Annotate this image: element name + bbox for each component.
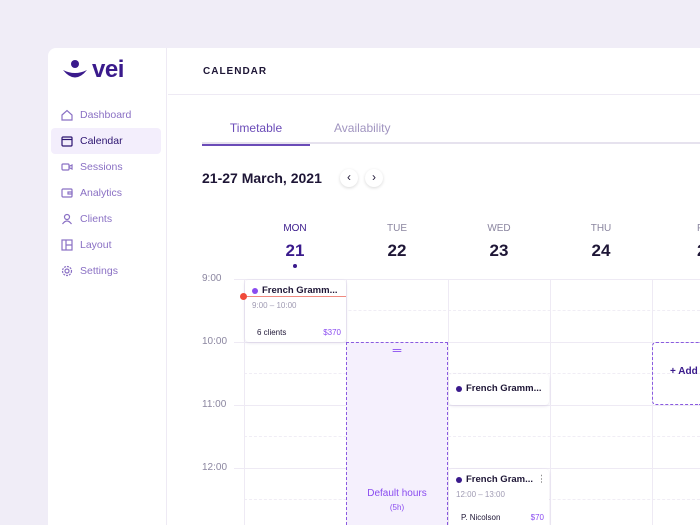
event-time: 9:00 – 10:00 bbox=[252, 301, 297, 310]
event-price: $370 bbox=[323, 328, 341, 337]
day-header-tue[interactable]: TUE 22 bbox=[346, 223, 448, 261]
today-indicator bbox=[293, 264, 297, 268]
day-header-thu[interactable]: THU 24 bbox=[550, 223, 652, 261]
day-number: 21 bbox=[285, 241, 305, 260]
day-name: WED bbox=[487, 223, 511, 234]
date-range: 21-27 March, 2021 bbox=[202, 170, 322, 186]
event-price: $70 bbox=[530, 513, 544, 522]
home-icon bbox=[61, 109, 73, 121]
brand-name: vei bbox=[92, 56, 124, 83]
calendar-icon bbox=[61, 136, 73, 147]
sidebar-item-analytics[interactable]: Analytics bbox=[51, 180, 161, 206]
tab-availability[interactable]: Availability bbox=[334, 121, 390, 135]
sidebar-item-calendar[interactable]: Calendar bbox=[51, 128, 161, 154]
page-title: CALENDAR bbox=[203, 66, 268, 77]
event-dot bbox=[252, 287, 258, 294]
time-label: 11:00 bbox=[202, 399, 227, 410]
day-number: 23 bbox=[489, 241, 509, 260]
gear-icon bbox=[61, 265, 73, 277]
day-header-wed[interactable]: WED 23 bbox=[448, 223, 550, 261]
time-label: 10:00 bbox=[202, 336, 228, 347]
logo-icon bbox=[63, 60, 87, 78]
page-header: CALENDAR bbox=[168, 48, 700, 95]
event-title: French Gram... bbox=[466, 474, 534, 485]
hour-line bbox=[234, 405, 700, 406]
half-hour-line bbox=[244, 436, 700, 437]
default-hours-duration: (5h) bbox=[389, 503, 405, 512]
event-dot bbox=[456, 385, 462, 392]
event-title: French Gramm... bbox=[466, 383, 542, 394]
user-icon bbox=[62, 213, 72, 225]
nav-label: Sessions bbox=[80, 161, 123, 173]
day-number: 22 bbox=[387, 241, 407, 260]
layout-icon bbox=[61, 239, 73, 251]
event-card[interactable]: French Gramm... bbox=[449, 374, 549, 405]
add-slot-button[interactable]: + Add bbox=[652, 342, 700, 405]
day-name: TUE bbox=[387, 223, 407, 234]
nav-label: Calendar bbox=[80, 135, 123, 147]
sidebar-item-clients[interactable]: Clients bbox=[51, 206, 161, 232]
tab-bar: Timetable Availability bbox=[202, 118, 700, 146]
prev-week-button[interactable]: ‹ bbox=[340, 169, 358, 187]
current-time-dot bbox=[240, 293, 247, 300]
nav-label: Clients bbox=[80, 213, 113, 225]
nav-label: Dashboard bbox=[80, 109, 132, 121]
event-time: 12:00 – 13:00 bbox=[456, 490, 505, 499]
column-line bbox=[550, 279, 551, 525]
event-dot bbox=[456, 476, 462, 483]
sidebar-nav: Dashboard Calendar Sessions Analytics Cl… bbox=[51, 102, 161, 284]
tab-timetable[interactable]: Timetable bbox=[202, 121, 310, 146]
wallet-icon bbox=[61, 188, 73, 198]
time-label: 12:00 bbox=[202, 462, 228, 473]
sidebar-item-layout[interactable]: Layout bbox=[51, 232, 161, 258]
sidebar-item-sessions[interactable]: Sessions bbox=[51, 154, 161, 180]
day-name: MON bbox=[283, 223, 307, 234]
sidebar-item-settings[interactable]: Settings bbox=[51, 258, 161, 284]
next-week-button[interactable]: › bbox=[365, 169, 383, 187]
logo: vei bbox=[62, 56, 124, 84]
event-client: P. Nicolson bbox=[461, 513, 501, 522]
hour-line bbox=[234, 342, 700, 343]
day-number: 24 bbox=[591, 241, 611, 260]
day-header-mon[interactable]: MON 21 bbox=[244, 223, 346, 271]
day-header-fri[interactable]: FRI25 bbox=[652, 223, 700, 261]
drag-handle-icon[interactable]: ═ bbox=[347, 343, 447, 357]
current-time-line bbox=[243, 296, 346, 297]
nav-label: Settings bbox=[80, 265, 118, 277]
app-window: vei Dashboard Calendar Sessions Analytic… bbox=[48, 48, 700, 525]
nav-label: Layout bbox=[80, 239, 112, 251]
event-card[interactable]: French Gramm... 9:00 – 10:00 6 clients $3… bbox=[245, 280, 346, 342]
event-card[interactable]: French Gram... ⋮ 12:00 – 13:00 P. Nicolso… bbox=[449, 469, 549, 525]
video-icon bbox=[61, 163, 73, 171]
nav-label: Analytics bbox=[80, 187, 123, 199]
sidebar-item-dashboard[interactable]: Dashboard bbox=[51, 102, 161, 128]
sidebar: vei Dashboard Calendar Sessions Analytic… bbox=[48, 48, 167, 525]
day-name: THU bbox=[590, 223, 612, 234]
event-title: French Gramm... bbox=[262, 285, 338, 296]
default-hours-label: Default hours bbox=[367, 488, 427, 499]
event-clients: 6 clients bbox=[257, 328, 287, 337]
more-options-icon[interactable]: ⋮ bbox=[537, 474, 542, 485]
time-label: 9:00 bbox=[202, 273, 222, 284]
default-hours-block[interactable]: ═ Default hours (5h) bbox=[346, 342, 448, 525]
